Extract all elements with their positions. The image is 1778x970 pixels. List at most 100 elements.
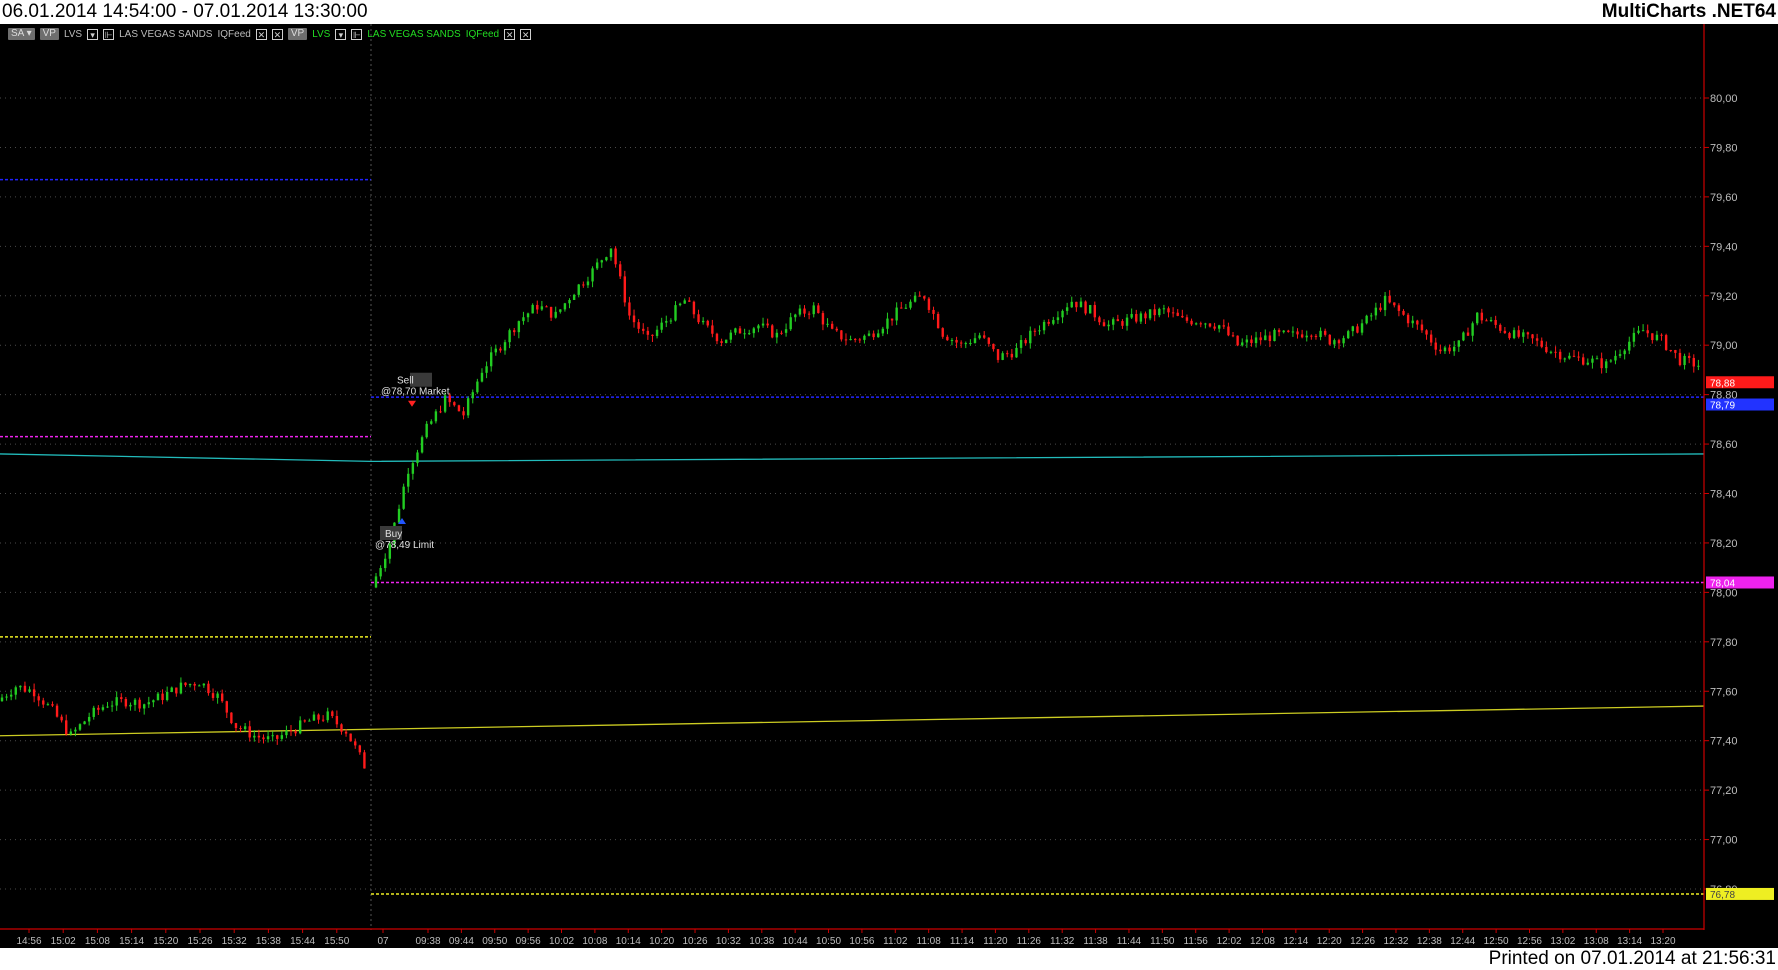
- candle-body: [1664, 335, 1668, 350]
- candle-body: [918, 295, 921, 297]
- candle-body: [1061, 310, 1064, 318]
- candle-body: [1434, 342, 1437, 350]
- candle-body: [1397, 305, 1401, 311]
- candle-body: [1692, 357, 1695, 367]
- candle-body: [1245, 339, 1249, 343]
- legend-label[interactable]: VP: [287, 28, 308, 40]
- x-tick-label: 15:50: [324, 936, 349, 947]
- x-tick-label: 15:44: [290, 936, 315, 947]
- candle-body: [175, 687, 178, 694]
- candle-body: [503, 342, 507, 351]
- x-tick-label: 15:38: [256, 936, 281, 947]
- x-tick-label: 15:32: [222, 936, 247, 947]
- candle-body: [1568, 355, 1571, 359]
- legend-button[interactable]: ▾: [87, 28, 99, 40]
- candle-body: [363, 752, 366, 769]
- candle-body: [161, 693, 164, 701]
- candle-body: [807, 313, 811, 315]
- x-tick-label: 15:02: [51, 936, 76, 947]
- candle-body: [19, 685, 22, 688]
- candle-body: [513, 330, 516, 333]
- candle-body: [600, 260, 603, 263]
- date-range-title: 06.01.2014 14:54:00 - 07.01.2014 13:30:0…: [2, 1, 368, 22]
- candle-body: [563, 303, 567, 310]
- x-tick-label: 11:50: [1150, 936, 1175, 947]
- candle-body: [1494, 319, 1497, 325]
- instrument-legend[interactable]: SA ▾ VP LVS ▾ ⊩ LAS VEGAS SANDS IQFeed ✕ ✕ VP LVS ▾…: [8, 27, 532, 41]
- candle-body: [798, 308, 802, 315]
- candle-body: [1167, 308, 1170, 313]
- legend-button[interactable]: ✕: [255, 28, 267, 40]
- candle-body: [303, 720, 306, 722]
- candle-body: [660, 322, 663, 330]
- candle-body: [964, 343, 967, 345]
- candle-body: [674, 305, 677, 321]
- legend-button[interactable]: ⊩: [351, 28, 363, 40]
- candle-body: [720, 341, 723, 344]
- candle-body: [1651, 333, 1654, 341]
- x-tick-label: 13:20: [1650, 936, 1675, 947]
- candle-body: [280, 735, 284, 739]
- candle-body: [1379, 307, 1382, 311]
- candle-body: [835, 328, 838, 331]
- x-tick-label: 10:26: [683, 936, 708, 947]
- candle-body: [784, 329, 788, 333]
- candle-body: [655, 329, 659, 336]
- candle-body: [207, 683, 210, 694]
- price-flag-label: 78,88: [1710, 378, 1735, 389]
- candle-body: [867, 333, 871, 336]
- candle-body: [243, 726, 247, 730]
- legend-button[interactable]: ▾: [335, 28, 347, 40]
- candle-body: [651, 334, 654, 336]
- legend-button[interactable]: ⊩: [103, 28, 115, 40]
- x-tick-label: 10:44: [783, 936, 808, 947]
- candle-body: [1093, 305, 1096, 318]
- candle-body: [1250, 339, 1253, 344]
- candle-body: [106, 706, 109, 708]
- legend-label[interactable]: SA ▾: [8, 28, 35, 40]
- candle-body: [1112, 319, 1115, 325]
- candle-body: [1204, 323, 1207, 325]
- legend-button[interactable]: ✕: [271, 28, 283, 40]
- candle-body: [239, 728, 242, 730]
- legend-button[interactable]: ✕: [504, 28, 516, 40]
- candle-body: [849, 338, 852, 341]
- candle-body: [771, 325, 774, 338]
- candle-body: [609, 248, 613, 258]
- candle-body: [1429, 334, 1433, 343]
- candle-body: [1296, 331, 1299, 335]
- candle-body: [425, 423, 428, 438]
- candle-body: [595, 262, 599, 269]
- candle-body: [540, 306, 544, 310]
- candle-body: [1517, 330, 1520, 337]
- candle-body: [9, 694, 13, 697]
- candle-body: [411, 463, 415, 474]
- price-chart[interactable]: Sell@78,70 Market Buy@78,49 Limit 80,00 79…: [0, 24, 1778, 948]
- legend-label[interactable]: VP: [39, 28, 59, 40]
- candle-body: [489, 352, 493, 367]
- chart-area[interactable]: Sell @78,70 Market Buy @78,49 Limit 80,00 79…: [0, 24, 1778, 948]
- candle-body: [1563, 358, 1566, 360]
- app-title: MultiCharts .NET64: [1601, 1, 1776, 22]
- candle-body: [863, 335, 866, 340]
- level-lines: [0, 178, 1704, 895]
- candle-body: [138, 699, 141, 709]
- candle-body: [1406, 314, 1410, 324]
- candle-body: [129, 704, 132, 707]
- candle-body: [294, 731, 297, 734]
- candle-body: [858, 339, 862, 341]
- candle-body: [1512, 330, 1516, 339]
- legend-button[interactable]: ✕: [520, 28, 532, 40]
- candle-body: [1217, 325, 1221, 329]
- x-tick-label: 10:38: [749, 936, 774, 947]
- candle-body: [1522, 332, 1525, 337]
- candle-body: [101, 707, 105, 710]
- x-tick-label: 15:08: [85, 936, 110, 947]
- candle-body: [526, 313, 530, 318]
- candle-body: [1019, 340, 1023, 348]
- candle-body: [1586, 362, 1590, 365]
- candle-body: [476, 381, 479, 393]
- annotation-title: Buy: [385, 529, 402, 540]
- printed-timestamp: Printed on 07.01.2014 at 21:56:31: [1488, 948, 1776, 969]
- annotation-order: @78,70 Market: [381, 387, 450, 398]
